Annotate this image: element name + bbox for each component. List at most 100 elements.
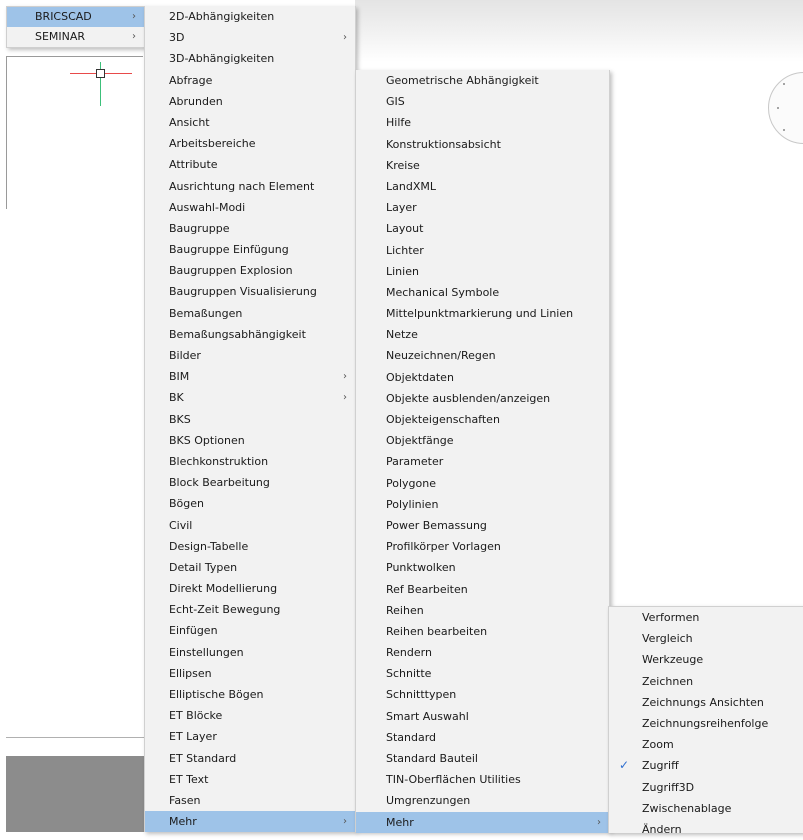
menu-item-andern[interactable]: Ändern bbox=[609, 819, 803, 840]
menu-item-label: LandXML bbox=[386, 179, 436, 193]
menu-item-ausrichtung-nach-element[interactable]: Ausrichtung nach Element bbox=[145, 176, 355, 197]
menu-item-kreise[interactable]: Kreise bbox=[356, 155, 609, 176]
menu-item-et-blocke[interactable]: ET Blöcke bbox=[145, 705, 355, 726]
menu-item-echt-zeit-bewegung[interactable]: Echt-Zeit Bewegung bbox=[145, 599, 355, 620]
menu-item-et-layer[interactable]: ET Layer bbox=[145, 726, 355, 747]
menu-item-mittelpunktmarkierung-und-linien[interactable]: Mittelpunktmarkierung und Linien bbox=[356, 303, 609, 324]
menu-item-profilkorper-vorlagen[interactable]: Profilkörper Vorlagen bbox=[356, 536, 609, 557]
chevron-right-icon: › bbox=[343, 816, 347, 828]
menu-item-lichter[interactable]: Lichter bbox=[356, 240, 609, 261]
menu-item-geometrische-abhangigkeit[interactable]: Geometrische Abhängigkeit bbox=[356, 70, 609, 91]
menu-item-baugruppe-einfugung[interactable]: Baugruppe Einfügung bbox=[145, 239, 355, 260]
menu-item-reihen[interactable]: Reihen bbox=[356, 600, 609, 621]
menu-item-seminar[interactable]: SEMINAR › bbox=[7, 27, 144, 47]
menu-item-elliptische-bogen[interactable]: Elliptische Bögen bbox=[145, 684, 355, 705]
menu-item-label: 3D bbox=[169, 31, 185, 45]
menu-item-schnitttypen[interactable]: Schnitttypen bbox=[356, 684, 609, 705]
menu-item-label: Schnitttypen bbox=[386, 688, 457, 702]
menu-item-tin-oberflachen-utilities[interactable]: TIN-Oberflächen Utilities bbox=[356, 769, 609, 790]
menu-item-hilfe[interactable]: Hilfe bbox=[356, 112, 609, 133]
menu-item-standard[interactable]: Standard bbox=[356, 727, 609, 748]
menu-item-zugriff[interactable]: ✓ Zugriff bbox=[609, 755, 803, 776]
menu-item-bks[interactable]: BKS bbox=[145, 409, 355, 430]
menu-item-konstruktionsabsicht[interactable]: Konstruktionsabsicht bbox=[356, 134, 609, 155]
menu-item-vergleich[interactable]: Vergleich bbox=[609, 628, 803, 649]
menu-item-baugruppen-visualisierung[interactable]: Baugruppen Visualisierung bbox=[145, 281, 355, 302]
menu-item-attribute[interactable]: Attribute bbox=[145, 154, 355, 175]
menu-item-netze[interactable]: Netze bbox=[356, 324, 609, 345]
panel-divider bbox=[6, 737, 146, 738]
menu-item-zeichnungsreihenfolge[interactable]: Zeichnungsreihenfolge bbox=[609, 713, 803, 734]
menu-item-3d-abhangigkeiten[interactable]: 3D-Abhängigkeiten bbox=[145, 48, 355, 69]
menu-item-objektfange[interactable]: Objektfänge bbox=[356, 430, 609, 451]
menu-item-objekte-ausblenden-anzeigen[interactable]: Objekte ausblenden/anzeigen bbox=[356, 388, 609, 409]
menu-item-bim[interactable]: BIM › bbox=[145, 366, 355, 387]
menu-item-zoom[interactable]: Zoom bbox=[609, 734, 803, 755]
menu-item-layout[interactable]: Layout bbox=[356, 218, 609, 239]
menu-item-ellipsen[interactable]: Ellipsen bbox=[145, 663, 355, 684]
menu-item-linien[interactable]: Linien bbox=[356, 261, 609, 282]
menu-item-objekteigenschaften[interactable]: Objekteigenschaften bbox=[356, 409, 609, 430]
menu-item-2d-abhangigkeiten[interactable]: 2D-Abhängigkeiten bbox=[145, 6, 355, 27]
menu-item-parameter[interactable]: Parameter bbox=[356, 451, 609, 472]
menu-item-bilder[interactable]: Bilder bbox=[145, 345, 355, 366]
menu-item-werkzeuge[interactable]: Werkzeuge bbox=[609, 649, 803, 670]
menu-item-objektdaten[interactable]: Objektdaten bbox=[356, 367, 609, 388]
menu-item-label: ET Layer bbox=[169, 730, 217, 744]
menu-item-zeichnen[interactable]: Zeichnen bbox=[609, 671, 803, 692]
menu-item-einstellungen[interactable]: Einstellungen bbox=[145, 642, 355, 663]
menu-item-polygone[interactable]: Polygone bbox=[356, 473, 609, 494]
menu-item-reihen-bearbeiten[interactable]: Reihen bearbeiten bbox=[356, 621, 609, 642]
menu-item-label: Einfügen bbox=[169, 624, 218, 638]
menu-item-neuzeichnen-regen[interactable]: Neuzeichnen/Regen bbox=[356, 345, 609, 366]
menu-item-et-standard[interactable]: ET Standard bbox=[145, 748, 355, 769]
menu-item-3d[interactable]: 3D › bbox=[145, 27, 355, 48]
menu-item-bema-ungen[interactable]: Bemaßungen bbox=[145, 303, 355, 324]
menu-item-et-text[interactable]: ET Text bbox=[145, 769, 355, 790]
menu-item-abrunden[interactable]: Abrunden bbox=[145, 91, 355, 112]
menu-item-bk[interactable]: BK › bbox=[145, 387, 355, 408]
menu-item-baugruppe[interactable]: Baugruppe bbox=[145, 218, 355, 239]
menu-item-layer[interactable]: Layer bbox=[356, 197, 609, 218]
menu-item-zugriff3d[interactable]: Zugriff3D bbox=[609, 777, 803, 798]
menu-item-bogen[interactable]: Bögen bbox=[145, 493, 355, 514]
menu-item-blechkonstruktion[interactable]: Blechkonstruktion bbox=[145, 451, 355, 472]
menu-item-design-tabelle[interactable]: Design-Tabelle bbox=[145, 536, 355, 557]
menu-item-gis[interactable]: GIS bbox=[356, 91, 609, 112]
menu-item-arbeitsbereiche[interactable]: Arbeitsbereiche bbox=[145, 133, 355, 154]
menu-item-umgrenzungen[interactable]: Umgrenzungen bbox=[356, 790, 609, 811]
menu-item-landxml[interactable]: LandXML bbox=[356, 176, 609, 197]
menu-item-zeichnungs-ansichten[interactable]: Zeichnungs Ansichten bbox=[609, 692, 803, 713]
menu-item-fasen[interactable]: Fasen bbox=[145, 790, 355, 811]
menu-item-auswahl-modi[interactable]: Auswahl-Modi bbox=[145, 197, 355, 218]
menu-item-block-bearbeitung[interactable]: Block Bearbeitung bbox=[145, 472, 355, 493]
menu-item-smart-auswahl[interactable]: Smart Auswahl bbox=[356, 706, 609, 727]
menu-item-standard-bauteil[interactable]: Standard Bauteil bbox=[356, 748, 609, 769]
menu-item-zwischenablage[interactable]: Zwischenablage bbox=[609, 798, 803, 819]
menu-item-label: Linien bbox=[386, 264, 419, 278]
menu-item-civil[interactable]: Civil bbox=[145, 515, 355, 536]
menu-item-bks-optionen[interactable]: BKS Optionen bbox=[145, 430, 355, 451]
menu-item-direkt-modellierung[interactable]: Direkt Modellierung bbox=[145, 578, 355, 599]
menu-item-mehr[interactable]: Mehr › bbox=[145, 811, 355, 833]
menu-item-label: BKS bbox=[169, 412, 191, 426]
menu-item-bricscad[interactable]: BRICSCAD › bbox=[7, 7, 144, 27]
menu-item-rendern[interactable]: Rendern bbox=[356, 642, 609, 663]
menu-item-ref-bearbeiten[interactable]: Ref Bearbeiten bbox=[356, 579, 609, 600]
menu-item-power-bemassung[interactable]: Power Bemassung bbox=[356, 515, 609, 536]
menu-item-schnitte[interactable]: Schnitte bbox=[356, 663, 609, 684]
menu-item-einfugen[interactable]: Einfügen bbox=[145, 620, 355, 641]
menu-item-baugruppen-explosion[interactable]: Baugruppen Explosion bbox=[145, 260, 355, 281]
menu-item-detail-typen[interactable]: Detail Typen bbox=[145, 557, 355, 578]
menu-item-mehr[interactable]: Mehr › bbox=[356, 811, 609, 833]
menu-item-verformen[interactable]: Verformen bbox=[609, 607, 803, 628]
menu-item-label: Mechanical Symbole bbox=[386, 285, 500, 299]
menu-item-label: Arbeitsbereiche bbox=[169, 137, 256, 151]
menu-item-bema-ungsabhangigkeit[interactable]: Bemaßungsabhängigkeit bbox=[145, 324, 355, 345]
menu-item-punktwolken[interactable]: Punktwolken bbox=[356, 557, 609, 578]
menu-item-ansicht[interactable]: Ansicht bbox=[145, 112, 355, 133]
menu-item-mechanical-symbole[interactable]: Mechanical Symbole bbox=[356, 282, 609, 303]
menu-item-label: Attribute bbox=[169, 158, 218, 172]
menu-item-abfrage[interactable]: Abfrage bbox=[145, 70, 355, 91]
menu-item-polylinien[interactable]: Polylinien bbox=[356, 494, 609, 515]
